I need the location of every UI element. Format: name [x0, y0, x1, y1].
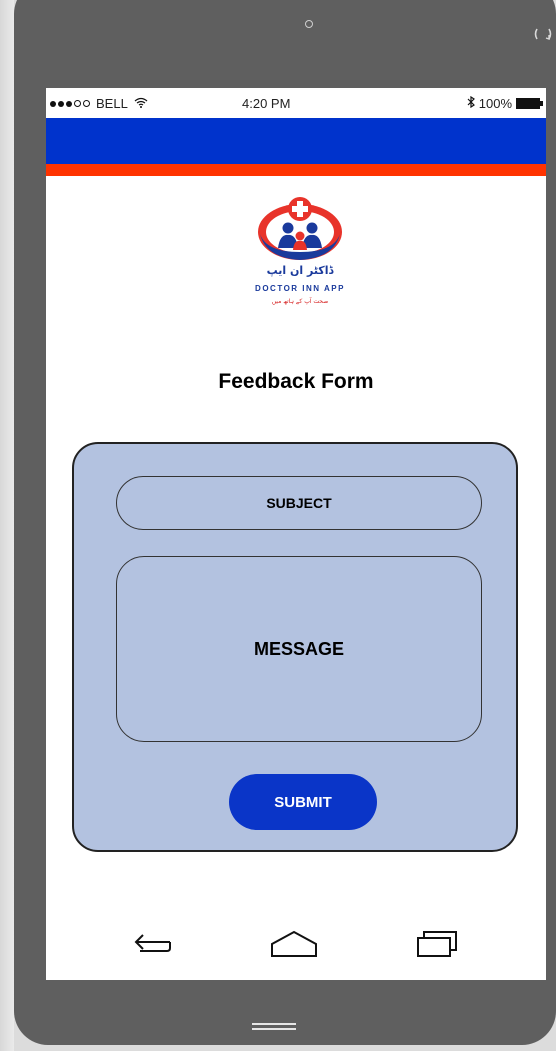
- app-logo: ڈاکٹر ان ایپ DOCTOR INN APP صحت آپ کے ہا…: [236, 192, 364, 316]
- desktop-background: [0, 0, 14, 1051]
- bluetooth-icon: [467, 95, 475, 111]
- status-right: 100%: [467, 95, 543, 111]
- home-icon: [271, 930, 317, 957]
- back-icon: [134, 934, 171, 952]
- navigation-bar: [46, 926, 546, 972]
- signal-dot: [58, 100, 64, 107]
- page-title: Feedback Form: [218, 370, 374, 393]
- message-field[interactable]: MESSAGE: [116, 556, 482, 742]
- header-accent-stripe: [46, 164, 546, 176]
- feedback-form-card: SUBJECT MESSAGE SUBMIT: [72, 442, 518, 852]
- signal-dot: [83, 100, 90, 107]
- carrier-name: BELL: [96, 96, 128, 111]
- subject-field[interactable]: SUBJECT: [116, 476, 482, 530]
- header-bar: [46, 118, 546, 164]
- submit-button[interactable]: SUBMIT: [229, 774, 377, 830]
- battery-percent: 100%: [478, 96, 512, 111]
- recent-apps-icon: [417, 931, 457, 957]
- signal-dot: [74, 100, 81, 107]
- wifi-icon: [134, 97, 148, 111]
- signal-dot: [66, 100, 72, 107]
- speaker-dot-icon: [305, 20, 313, 28]
- logo-tagline: صحت آپ کے ہاتھ میں: [271, 298, 329, 305]
- logo-urdu-name: ڈاکٹر ان ایپ: [266, 264, 334, 277]
- back-button[interactable]: [128, 926, 178, 966]
- signal-dots-icon: [50, 100, 56, 107]
- status-bar: BELL 4:20 PM 100%: [46, 88, 546, 118]
- subject-label: SUBJECT: [266, 495, 332, 511]
- submit-label: SUBMIT: [274, 793, 332, 811]
- recent-apps-button[interactable]: [412, 926, 462, 966]
- home-indicator-icon[interactable]: [252, 1023, 296, 1033]
- status-left: BELL: [50, 96, 148, 111]
- phone-screen: BELL 4:20 PM 100% ڈاکٹر ان ایپ DOCTOR IN…: [46, 88, 546, 980]
- message-label: MESSAGE: [253, 638, 345, 659]
- rotate-icon: [532, 24, 556, 44]
- logo-brand-name: DOCTOR INN APP: [255, 284, 345, 293]
- logo-emblem: [258, 197, 342, 260]
- home-indicator-line: [252, 1028, 296, 1030]
- home-button[interactable]: [268, 926, 320, 966]
- status-time: 4:20 PM: [242, 96, 291, 111]
- home-indicator-line: [252, 1023, 296, 1025]
- battery-icon: [516, 98, 543, 109]
